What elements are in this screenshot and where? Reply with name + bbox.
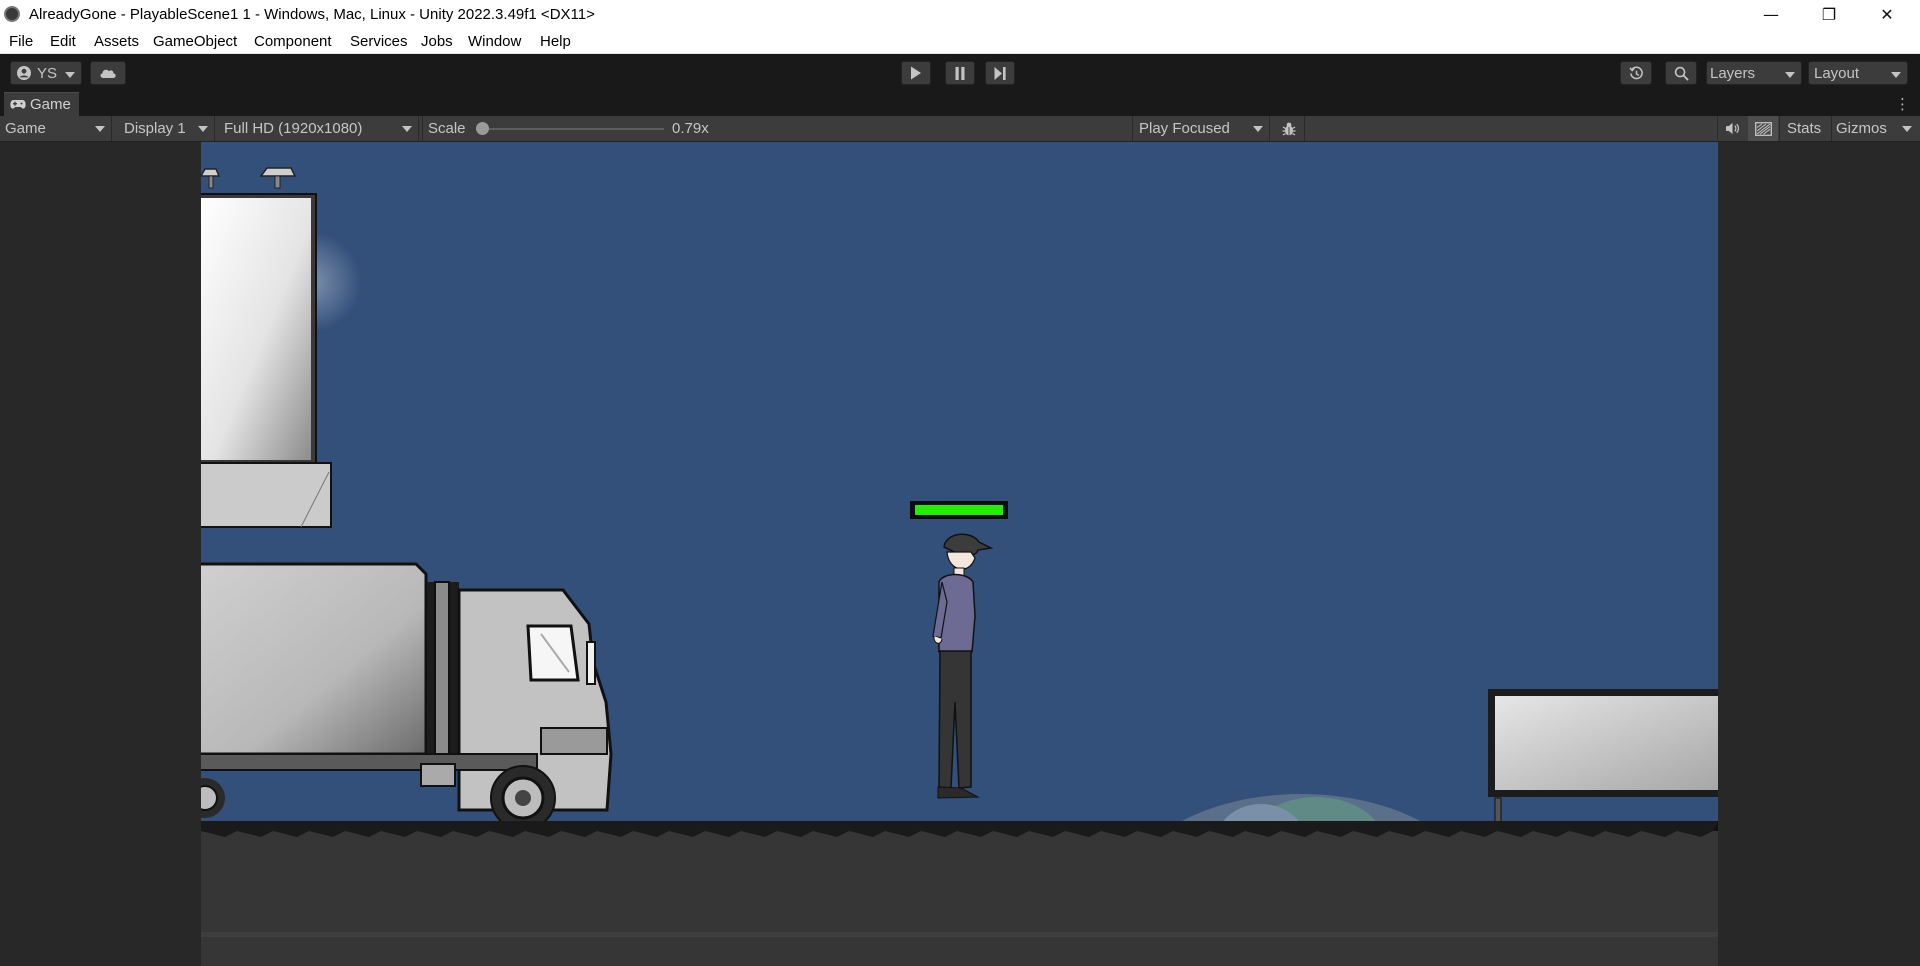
delivery-truck — [201, 562, 613, 831]
close-button[interactable]: ✕ — [1858, 0, 1916, 29]
menu-services[interactable]: Services — [350, 33, 408, 50]
toolbar-divider — [422, 116, 423, 141]
toolbar-divider — [1304, 116, 1305, 141]
account-label: YS — [37, 64, 58, 82]
cloud-icon — [100, 69, 116, 78]
window-title-bar: AlreadyGone - PlayableScene1 1 - Windows… — [0, 0, 1920, 29]
search-icon — [1674, 66, 1689, 81]
mute-audio-button[interactable] — [1718, 116, 1746, 141]
gizmos-dropdown[interactable] — [1894, 116, 1916, 141]
resolution-dropdown[interactable]: Full HD (1920x1080) — [219, 116, 419, 141]
layout-label: Layout — [1814, 64, 1860, 82]
game-window-tabs: Game ⋮ — [0, 92, 1920, 116]
display-dropdown[interactable]: Display 1 — [119, 116, 215, 141]
restore-button[interactable]: ❐ — [1800, 0, 1858, 29]
scale-value: 0.79x — [672, 120, 709, 137]
chevron-down-icon — [95, 126, 105, 132]
layers-label: Layers — [1710, 64, 1756, 82]
play-mode-dropdown[interactable]: Play Focused — [1134, 116, 1270, 141]
game-view-controls: Game Display 1 Full HD (1920x1080) Scale… — [0, 116, 1920, 142]
player-health-bar — [910, 501, 1008, 519]
history-icon — [1628, 66, 1643, 79]
cloud-button[interactable] — [90, 61, 126, 85]
chevron-down-icon — [1253, 126, 1263, 132]
player-character — [932, 533, 994, 799]
frame-debugger-button[interactable] — [1276, 116, 1302, 141]
step-button[interactable] — [985, 61, 1015, 85]
menu-gameobject[interactable]: GameObject — [153, 33, 237, 50]
menu-file[interactable]: File — [9, 33, 33, 50]
gizmos-button[interactable]: Gizmos — [1836, 116, 1887, 141]
billboard-lamp — [259, 167, 297, 189]
display-label: Display 1 — [124, 120, 186, 137]
vsync-toggle[interactable] — [1748, 116, 1778, 141]
window-title: AlreadyGone - PlayableScene1 1 - Windows… — [29, 6, 595, 23]
account-dropdown[interactable]: YS — [10, 61, 82, 85]
pause-icon — [955, 66, 965, 80]
view-mode-dropdown[interactable]: Game — [0, 116, 112, 141]
menu-edit[interactable]: Edit — [50, 33, 76, 50]
chevron-down-icon — [1785, 72, 1795, 78]
sign-board — [1488, 689, 1718, 831]
tab-label: Game — [30, 96, 71, 113]
tab-game[interactable]: Game — [4, 92, 79, 116]
play-icon — [911, 66, 921, 80]
billboard — [201, 193, 332, 528]
menu-jobs[interactable]: Jobs — [421, 33, 453, 50]
menu-component[interactable]: Component — [254, 33, 332, 50]
game-scene — [201, 142, 1718, 966]
toolbar-divider — [1831, 116, 1832, 141]
health-fill — [915, 505, 1003, 515]
billboard-lamp — [201, 168, 221, 189]
layers-dropdown[interactable]: Layers — [1706, 61, 1802, 85]
menu-assets[interactable]: Assets — [94, 33, 139, 50]
resolution-label: Full HD (1920x1080) — [224, 120, 363, 137]
chevron-down-icon — [1891, 72, 1901, 78]
more-options-icon[interactable]: ⋮ — [1895, 95, 1910, 113]
pause-button[interactable] — [945, 61, 975, 85]
main-toolbar: YS Layers Layout — [0, 54, 1920, 92]
slider-thumb[interactable] — [476, 122, 489, 135]
toolbar-divider — [1132, 116, 1133, 141]
menu-help[interactable]: Help — [540, 33, 571, 50]
minimize-button[interactable]: — — [1742, 0, 1800, 29]
chevron-down-icon — [198, 126, 208, 132]
menu-window[interactable]: Window — [468, 33, 521, 50]
slider-track — [476, 128, 664, 130]
undo-history-button[interactable] — [1620, 61, 1652, 85]
play-mode-label: Play Focused — [1139, 120, 1230, 137]
gamepad-icon — [10, 100, 26, 109]
scale-label: Scale — [428, 120, 466, 137]
ground — [201, 821, 1718, 966]
chevron-down-icon — [1902, 126, 1912, 132]
speaker-icon — [1725, 122, 1739, 135]
unity-logo-icon — [4, 6, 20, 22]
account-icon — [17, 66, 31, 80]
stats-button[interactable]: Stats — [1787, 116, 1821, 141]
chevron-down-icon — [402, 126, 412, 132]
toolbar-divider — [1779, 116, 1780, 141]
menu-bar: File Edit Assets GameObject Component Se… — [0, 29, 1920, 54]
view-mode-label: Game — [5, 120, 46, 137]
vsync-icon — [1754, 121, 1772, 136]
scale-slider[interactable] — [476, 116, 666, 141]
step-icon — [994, 66, 1006, 80]
chevron-down-icon — [65, 72, 75, 78]
scene-artwork — [201, 167, 1718, 966]
layout-dropdown[interactable]: Layout — [1808, 61, 1908, 85]
search-button[interactable] — [1665, 61, 1697, 85]
game-viewport[interactable] — [0, 142, 1920, 966]
play-button[interactable] — [901, 61, 931, 85]
bug-icon — [1282, 122, 1296, 136]
